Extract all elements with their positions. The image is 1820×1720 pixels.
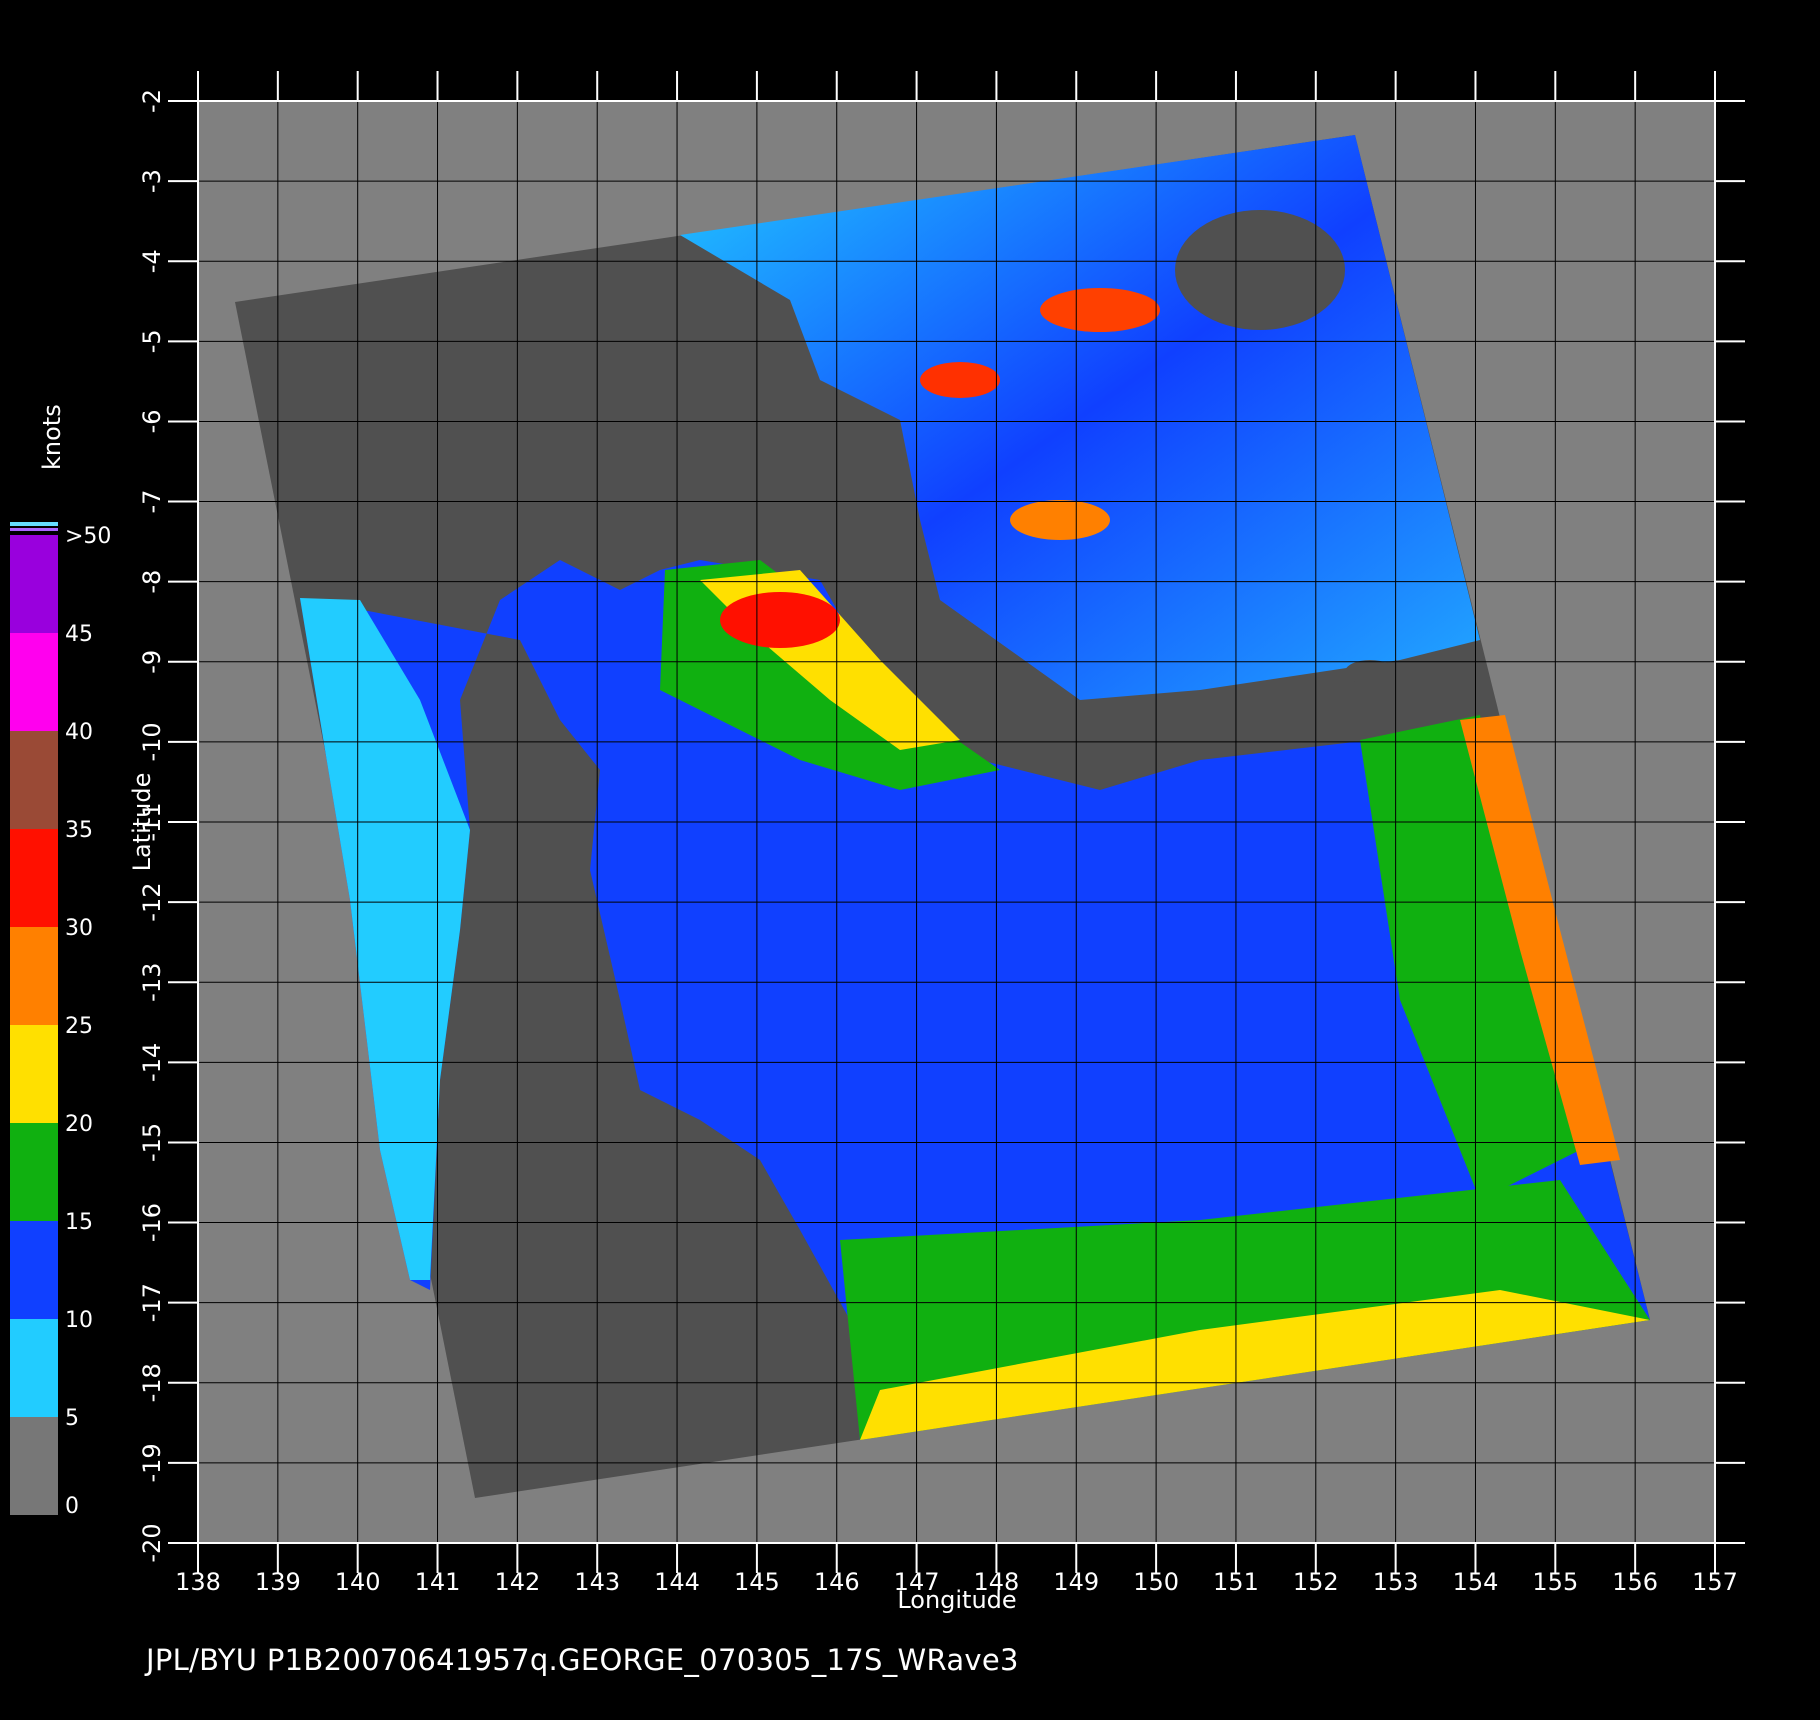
lon-tick-label: 139 [255,1568,301,1596]
lon-tick-label: 150 [1133,1568,1179,1596]
colorbar-tick-label: 5 [65,1406,79,1431]
colorbar-band [10,1319,58,1417]
colorbar-tick-label: 10 [65,1308,93,1333]
lon-tick-label: 145 [734,1568,780,1596]
colorbar-band [10,1417,58,1515]
lat-tick-label: -15 [138,1123,166,1162]
lon-tick-label: 154 [1453,1568,1499,1596]
lon-tick-label: 142 [494,1568,540,1596]
colorbar-band [10,1123,58,1221]
colorbar-top-strip-2 [10,528,58,531]
colorbar-tick-label: 40 [65,720,93,745]
colorbar-band [10,1221,58,1319]
lon-tick-label: 144 [654,1568,700,1596]
lon-tick-label: 155 [1532,1568,1578,1596]
wind-max-red [720,592,840,648]
lat-tick-label: -14 [138,1043,166,1082]
colorbar-tick-label: 25 [65,1014,93,1039]
wind-patch-gray-1 [1175,210,1345,330]
colorbar-tick-label: 30 [65,916,93,941]
colorbar-unit-label: knots [38,404,66,470]
colorbar-band [10,731,58,829]
lon-tick-label: 138 [175,1568,221,1596]
lat-tick-label: -7 [138,490,166,514]
lon-tick-label: 143 [574,1568,620,1596]
colorbar-band [10,633,58,731]
lon-tick-label: 149 [1053,1568,1099,1596]
lat-tick-label: -20 [138,1523,166,1562]
lat-tick-label: -4 [138,249,166,273]
figure-caption: JPL/BYU P1B20070641957q.GEORGE_070305_17… [146,1643,1019,1677]
lat-tick-label: -9 [138,650,166,674]
colorbar-band [10,927,58,1025]
y-axis-label: Latitude [128,773,156,872]
colorbar-tick-label: >50 [65,524,111,549]
lon-tick-label: 157 [1692,1568,1738,1596]
colorbar-band [10,535,58,633]
wind-patch-orange [1010,500,1110,540]
wind-patch-red-2 [920,362,1000,398]
colorbar-band [10,829,58,927]
lon-tick-label: 156 [1612,1568,1658,1596]
lat-tick-label: -17 [138,1283,166,1322]
lat-tick-label: -10 [138,722,166,761]
lat-tick-label: -18 [138,1363,166,1402]
colorbar-tick-label: 15 [65,1210,93,1235]
lon-tick-label: 153 [1373,1568,1419,1596]
lat-tick-label: -19 [138,1443,166,1482]
colorbar-tick-label: 45 [65,622,93,647]
lat-tick-label: -12 [138,883,166,922]
lon-tick-label: 140 [335,1568,381,1596]
colorbar [10,535,58,1515]
wind-patch-red-1 [1040,288,1160,332]
lon-tick-label: 146 [814,1568,860,1596]
lon-tick-label: 152 [1293,1568,1339,1596]
lon-tick-label: 141 [415,1568,461,1596]
colorbar-tick-labels: 0 5 10 15 20 25 30 35 40 45 >50 [65,524,111,1519]
lat-tick-label: -13 [138,963,166,1002]
colorbar-top-strip [10,522,58,526]
lat-tick-label: -16 [138,1203,166,1242]
colorbar-tick-label: 20 [65,1112,93,1137]
x-axis-label: Longitude [897,1586,1016,1614]
colorbar-tick-label: 35 [65,818,93,843]
lat-tick-label: -5 [138,329,166,353]
lat-tick-label: -2 [138,89,166,113]
colorbar-band [10,1025,58,1123]
lat-tick-label: -3 [138,169,166,193]
lat-tick-label: -8 [138,570,166,594]
lon-tick-label: 151 [1213,1568,1259,1596]
colorbar-tick-label: 0 [65,1494,79,1519]
lat-tick-label: -6 [138,409,166,433]
wind-map: 138 139 140 141 142 143 144 145 146 147 148 149 150 1… [10,71,1745,1614]
wind-patch-gray-2 [1345,660,1395,684]
